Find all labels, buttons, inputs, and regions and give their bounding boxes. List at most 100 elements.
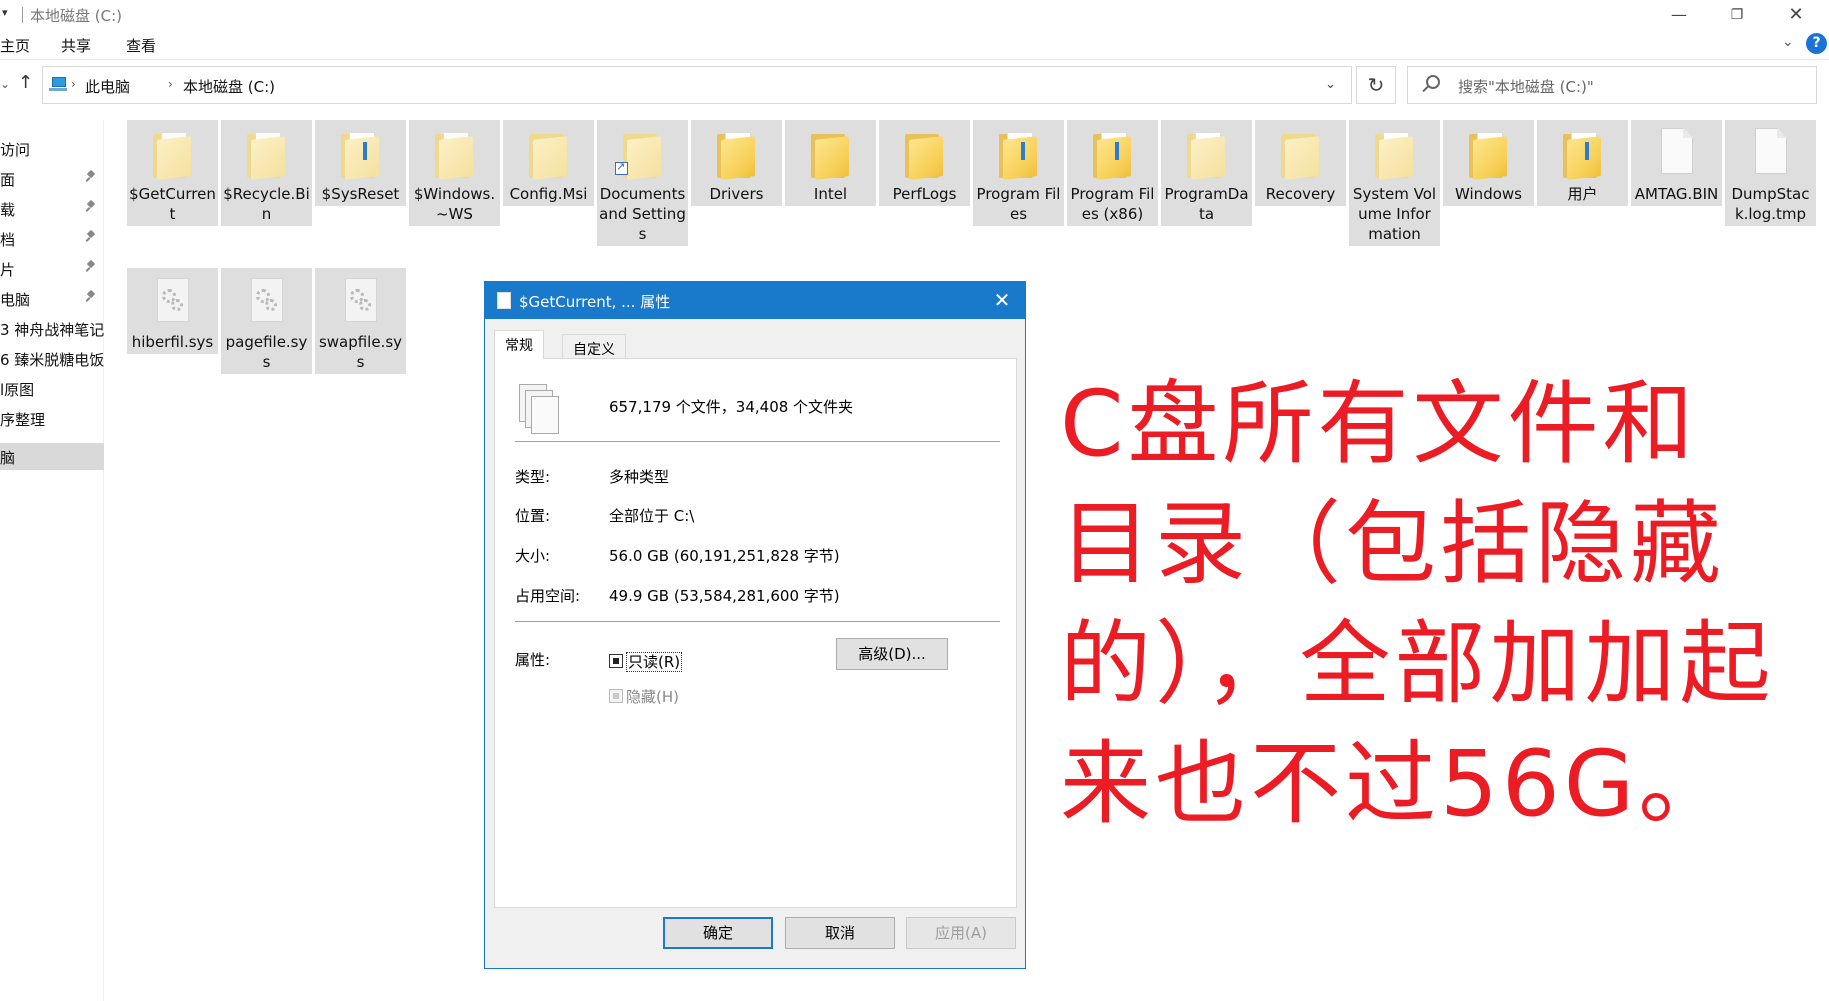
address-row: ⌄ ↑ › 此电脑 › 本地磁盘 (C:) ⌄ ↻ 搜索"本地磁盘 (C:)": [0, 66, 1829, 106]
file-item[interactable]: PerfLogs: [879, 120, 970, 206]
file-name: Program Files: [976, 185, 1061, 223]
dialog-title: $GetCurrent, ... 属性: [519, 293, 671, 311]
file-item[interactable]: ProgramData: [1161, 120, 1252, 226]
folder-icon: [435, 132, 475, 180]
sidebar-item-folder-1[interactable]: 3 神舟战神笔记: [0, 315, 104, 342]
dialog-title-bar[interactable]: $GetCurrent, ... 属性 ✕: [485, 282, 1025, 319]
chevron-right-icon[interactable]: ›: [71, 77, 76, 91]
sidebar-item-pictures[interactable]: 片: [0, 255, 104, 282]
advanced-button[interactable]: 高级(D)...: [836, 638, 948, 670]
multiple-files-icon: [519, 384, 563, 436]
disk-usage-value: 49.9 GB (53,584,281,600 字节): [609, 587, 840, 605]
folder-icon: [529, 132, 569, 180]
file-name: System Volume Information: [1352, 185, 1437, 243]
file-name: PerfLogs: [892, 185, 957, 203]
type-label: 类型:: [515, 468, 551, 486]
sidebar-item-this-pc-pinned[interactable]: 电脑: [0, 285, 104, 312]
sidebar-item-this-pc[interactable]: 脑: [0, 443, 104, 470]
tab-share[interactable]: 共享: [61, 35, 91, 56]
file-name: Documents and Settings: [599, 185, 686, 243]
file-name: Config.Msi: [509, 185, 588, 203]
tab-general[interactable]: 常规: [494, 330, 544, 359]
readonly-checkbox[interactable]: [609, 654, 623, 668]
file-name: AMTAG.BIN: [1634, 185, 1719, 203]
sidebar-item-label: 档: [0, 231, 16, 249]
tab-home[interactable]: 主页: [0, 35, 30, 56]
refresh-button[interactable]: ↻: [1356, 66, 1396, 104]
file-icon: [1661, 128, 1693, 174]
sidebar-item-label: 访问: [0, 141, 31, 159]
sidebar-item-folder-2[interactable]: 6 臻米脱糖电饭: [0, 345, 104, 372]
file-item[interactable]: swapfile.sys: [315, 268, 406, 374]
breadcrumb-local-disk[interactable]: 本地磁盘 (C:): [183, 76, 275, 97]
file-item[interactable]: Program Files (x86): [1067, 120, 1158, 226]
file-item[interactable]: $SysReset: [315, 120, 406, 206]
sidebar-item-quick-access[interactable]: 访问: [0, 135, 104, 162]
file-item[interactable]: Intel: [785, 120, 876, 206]
readonly-label[interactable]: 只读(R): [626, 651, 683, 672]
folder-icon: [1093, 132, 1133, 180]
navigation-pane: 访问 面 载 档 片 电脑 3 神舟战神笔记 6 臻米脱糖电饭 l原图 序整理 …: [0, 120, 104, 1001]
window-title: 本地磁盘 (C:): [30, 7, 122, 25]
help-icon[interactable]: ?: [1806, 33, 1827, 54]
hidden-checkbox: [609, 689, 623, 703]
file-item[interactable]: System Volume Information: [1349, 120, 1440, 246]
minimize-button[interactable]: —: [1650, 0, 1708, 30]
pin-icon: [86, 231, 96, 241]
recent-locations-icon[interactable]: ⌄: [0, 77, 10, 91]
cancel-button[interactable]: 取消: [785, 917, 895, 949]
apply-button: 应用(A): [906, 917, 1016, 949]
folder-icon: [1563, 132, 1603, 180]
attributes-label: 属性:: [515, 651, 551, 669]
sidebar-item-folder-4[interactable]: 序整理: [0, 405, 104, 432]
chevron-down-icon[interactable]: ⌄: [1782, 34, 1794, 50]
file-item[interactable]: Documents and Settings: [597, 120, 688, 246]
file-item[interactable]: $GetCurrent: [127, 120, 218, 226]
maximize-button[interactable]: ❐: [1708, 0, 1766, 30]
ribbon-tabs: 主页 共享 查看 ⌄ ?: [0, 30, 1829, 60]
file-item[interactable]: DumpStack.log.tmp: [1725, 120, 1816, 226]
file-name: ProgramData: [1164, 185, 1249, 223]
pin-icon: [86, 291, 96, 301]
folder-icon: [999, 132, 1039, 180]
sidebar-item-label: 3 神舟战神笔记: [0, 321, 104, 339]
up-arrow-icon[interactable]: ↑: [18, 72, 33, 93]
sidebar-item-desktop[interactable]: 面: [0, 165, 104, 192]
file-item[interactable]: pagefile.sys: [221, 268, 312, 374]
file-item[interactable]: Recovery: [1255, 120, 1346, 206]
file-item[interactable]: hiberfil.sys: [127, 268, 218, 354]
location-value: 全部位于 C:\: [609, 507, 695, 525]
sidebar-item-folder-3[interactable]: l原图: [0, 375, 104, 402]
folder-icon: [247, 132, 287, 180]
breadcrumb-this-pc[interactable]: 此电脑: [85, 76, 130, 97]
size-value: 56.0 GB (60,191,251,828 字节): [609, 547, 840, 565]
close-button[interactable]: ✕: [1767, 0, 1825, 30]
file-name: 用户: [1567, 185, 1598, 203]
file-item[interactable]: Windows: [1443, 120, 1534, 206]
folder-icon: [341, 132, 381, 180]
sidebar-item-downloads[interactable]: 载: [0, 195, 104, 222]
file-item[interactable]: Config.Msi: [503, 120, 594, 206]
file-item[interactable]: Program Files: [973, 120, 1064, 226]
tab-custom[interactable]: 自定义: [562, 334, 626, 360]
tab-view[interactable]: 查看: [126, 35, 156, 56]
sidebar-item-label: 脑: [0, 449, 16, 467]
chevron-down-icon[interactable]: ⌄: [1325, 77, 1336, 92]
divider: [515, 441, 1000, 442]
file-item[interactable]: $Windows.~WS: [409, 120, 500, 226]
address-bar[interactable]: › 此电脑 › 本地磁盘 (C:) ⌄: [42, 66, 1352, 104]
system-file-icon: [251, 278, 283, 322]
file-item[interactable]: 用户: [1537, 120, 1628, 206]
ok-button[interactable]: 确定: [663, 917, 773, 949]
search-input[interactable]: 搜索"本地磁盘 (C:)": [1407, 66, 1817, 104]
title-bar: ▾ 本地磁盘 (C:) — ❐ ✕: [0, 0, 1829, 30]
file-name: Drivers: [709, 185, 764, 203]
file-item[interactable]: AMTAG.BIN: [1631, 120, 1722, 206]
folder-icon: [1281, 132, 1321, 180]
chevron-right-icon[interactable]: ›: [168, 77, 173, 91]
file-item[interactable]: $Recycle.Bin: [221, 120, 312, 226]
file-item[interactable]: Drivers: [691, 120, 782, 206]
quick-access-dropdown-icon[interactable]: ▾: [2, 6, 8, 19]
dialog-close-button[interactable]: ✕: [985, 287, 1019, 313]
sidebar-item-documents[interactable]: 档: [0, 225, 104, 252]
